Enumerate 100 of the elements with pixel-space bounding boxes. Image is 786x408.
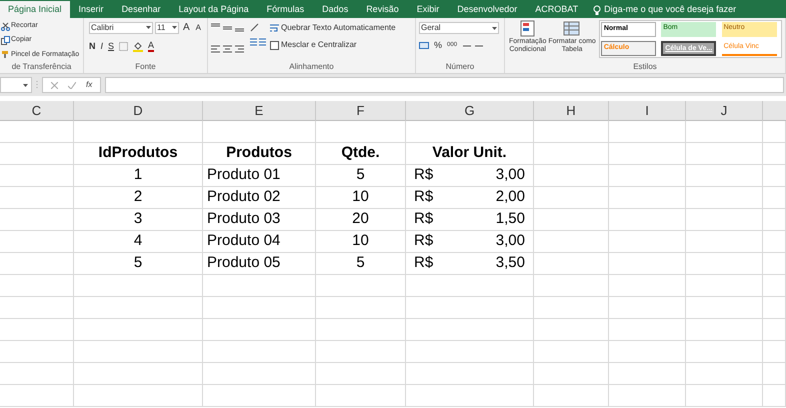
table-cell[interactable] [763,187,786,209]
table-cell[interactable] [609,231,686,253]
table-cell[interactable] [74,385,203,407]
table-cell[interactable] [686,363,763,385]
table-cell[interactable] [203,319,316,341]
italic-button[interactable]: I [100,40,104,54]
shrink-font-button[interactable]: A [194,22,204,34]
table-cell[interactable] [609,275,686,297]
table-cell[interactable] [609,143,686,165]
table-cell[interactable] [534,187,609,209]
table-cell[interactable] [203,121,316,143]
number-format-field[interactable]: Geral [419,22,499,34]
table-cell[interactable]: Produtos [203,143,316,165]
table-cell[interactable] [686,297,763,319]
table-cell[interactable] [534,143,609,165]
table-cell[interactable] [316,121,406,143]
table-cell[interactable] [686,165,763,187]
table-cell[interactable] [686,121,763,143]
table-cell[interactable] [763,385,786,407]
table-cell[interactable]: 3 [74,209,203,231]
table-cell[interactable] [406,385,534,407]
table-cell[interactable]: 5 [74,253,203,275]
ribbon-tab[interactable]: Exibir [408,1,448,18]
bold-button[interactable]: N [89,40,96,54]
table-cell[interactable]: R$ 1,50 [406,209,534,231]
table-cell[interactable] [686,319,763,341]
table-cell[interactable] [203,341,316,363]
table-cell[interactable]: 1 [74,165,203,187]
table-cell[interactable]: Produto 01 [203,165,316,187]
table-cell[interactable] [609,165,686,187]
ribbon-tab[interactable]: Fórmulas [258,1,314,18]
table-cell[interactable] [609,253,686,275]
table-cell[interactable] [203,297,316,319]
table-cell[interactable] [763,275,786,297]
table-cell[interactable]: 4 [74,231,203,253]
table-cell[interactable] [0,231,74,253]
table-cell[interactable] [686,253,763,275]
table-cell[interactable]: Produto 03 [203,209,316,231]
table-cell[interactable] [406,275,534,297]
table-cell[interactable] [686,209,763,231]
table-cell[interactable] [609,319,686,341]
table-cell[interactable]: R$ 3,00 [406,231,534,253]
table-cell[interactable] [203,275,316,297]
merge-center-button[interactable]: Mesclar e Centralizar [270,39,396,51]
table-cell[interactable]: R$ 3,50 [406,253,534,275]
table-cell[interactable] [763,121,786,143]
table-cell[interactable] [686,341,763,363]
table-cell[interactable] [74,363,203,385]
table-cell[interactable] [609,385,686,407]
table-cell[interactable] [0,275,74,297]
ribbon-tab[interactable]: Página Inicial [0,1,70,18]
table-cell[interactable]: IdProdutos [74,143,203,165]
table-cell[interactable] [534,253,609,275]
table-cell[interactable] [609,187,686,209]
table-cell[interactable]: 10 [316,231,406,253]
table-cell[interactable] [316,341,406,363]
table-cell[interactable] [0,297,74,319]
insert-function-button[interactable]: fx [86,79,92,91]
table-cell[interactable] [534,363,609,385]
wrap-text-button[interactable]: Quebrar Texto Automaticamente [270,22,396,34]
table-cell[interactable] [316,363,406,385]
table-cell[interactable] [406,121,534,143]
table-cell[interactable] [406,297,534,319]
table-cell[interactable] [534,341,609,363]
ribbon-tab[interactable]: Desenhar [112,1,170,18]
table-cell[interactable] [763,253,786,275]
percent-button[interactable]: % [434,39,442,52]
ribbon-tab[interactable]: Inserir [70,1,113,18]
table-cell[interactable] [534,121,609,143]
table-cell[interactable]: 10 [316,187,406,209]
ribbon-tab[interactable]: Desenvolvedor [448,1,526,18]
table-cell[interactable] [609,121,686,143]
table-cell[interactable] [0,363,74,385]
ribbon-tab[interactable]: Layout da Página [170,1,258,18]
ribbon-tab[interactable]: ACROBAT [526,1,588,18]
table-cell[interactable] [763,231,786,253]
table-cell[interactable] [0,209,74,231]
table-cell[interactable] [534,319,609,341]
table-cell[interactable] [316,319,406,341]
table-cell[interactable] [609,341,686,363]
table-cell[interactable] [0,253,74,275]
font-color-button[interactable]: A [148,41,154,52]
table-cell[interactable] [406,363,534,385]
tell-me-search[interactable]: Diga-me o que você deseja fazer [587,1,742,18]
ribbon-tab[interactable]: Revisão [357,1,408,18]
table-cell[interactable] [203,363,316,385]
table-cell[interactable] [406,341,534,363]
table-cell[interactable] [74,341,203,363]
table-cell[interactable]: R$ 3,00 [406,165,534,187]
underline-button[interactable]: S [108,40,114,54]
table-cell[interactable] [74,275,203,297]
table-cell[interactable] [763,341,786,363]
table-cell[interactable] [316,275,406,297]
table-cell[interactable] [316,297,406,319]
table-cell[interactable] [686,275,763,297]
table-cell[interactable]: Produto 05 [203,253,316,275]
table-cell[interactable] [534,297,609,319]
table-cell[interactable] [763,165,786,187]
table-cell[interactable] [763,209,786,231]
table-cell[interactable] [534,275,609,297]
